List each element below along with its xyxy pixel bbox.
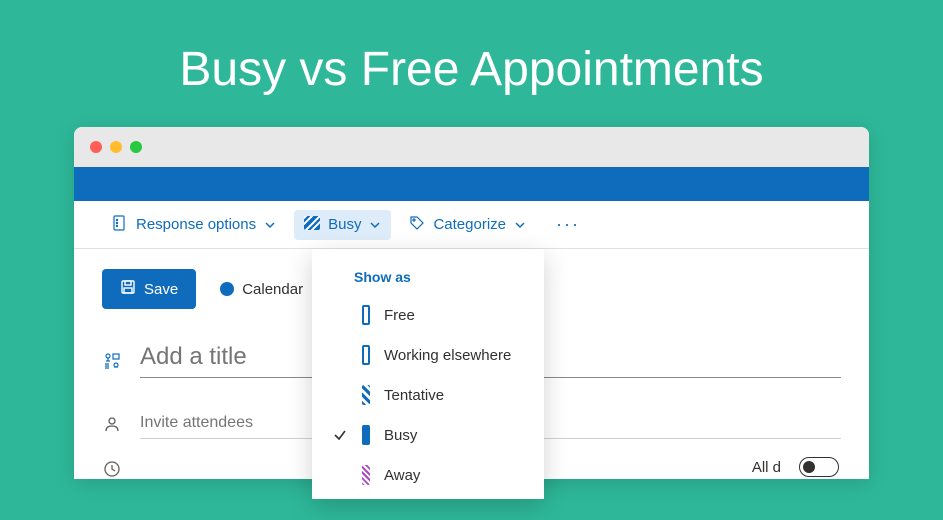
maximize-icon[interactable] — [130, 141, 142, 153]
person-icon — [102, 414, 122, 434]
check-icon — [332, 428, 348, 442]
show-as-button[interactable]: Busy — [294, 210, 391, 240]
chevron-down-icon — [369, 219, 381, 231]
busy-swatch-icon — [362, 425, 370, 445]
dropdown-header: Show as — [312, 263, 544, 295]
option-label: Tentative — [384, 387, 444, 404]
chevron-down-icon — [514, 219, 526, 231]
window-titlebar — [74, 127, 869, 167]
toggle-knob-icon — [803, 461, 815, 473]
ribbon-bar — [74, 167, 869, 201]
calendar-indicator[interactable]: Calendar — [220, 281, 303, 298]
show-as-label: Busy — [328, 216, 361, 233]
away-swatch-icon — [362, 465, 370, 485]
tag-icon — [409, 215, 425, 235]
response-options-icon — [112, 215, 128, 235]
tentative-swatch-icon — [362, 385, 370, 405]
response-options-button[interactable]: Response options — [102, 209, 286, 241]
status-option-busy[interactable]: Busy — [312, 415, 544, 455]
page-title: Busy vs Free Appointments — [0, 0, 943, 127]
chevron-down-icon — [264, 219, 276, 231]
clock-icon — [102, 459, 122, 479]
save-button[interactable]: Save — [102, 269, 196, 309]
status-option-away[interactable]: Away — [312, 455, 544, 495]
option-label: Free — [384, 307, 415, 324]
status-option-tentative[interactable]: Tentative — [312, 375, 544, 415]
status-option-free[interactable]: Free — [312, 295, 544, 335]
close-icon[interactable] — [90, 141, 102, 153]
save-icon — [120, 279, 136, 299]
title-decorator-icon — [102, 351, 122, 371]
categorize-button[interactable]: Categorize — [399, 209, 536, 241]
option-label: Away — [384, 467, 420, 484]
allday-toggle[interactable] — [799, 457, 839, 477]
calendar-label: Calendar — [242, 281, 303, 298]
status-option-working-elsewhere[interactable]: Working elsewhere — [312, 335, 544, 375]
minimize-icon[interactable] — [110, 141, 122, 153]
calendar-color-icon — [220, 282, 234, 296]
toolbar: Response options Busy — [74, 201, 869, 249]
overflow-menu-icon[interactable]: ··· — [544, 214, 592, 235]
allday-label: All d — [752, 459, 781, 476]
event-form: Save Calendar — [74, 249, 869, 479]
app-window: Response options Busy — [74, 127, 869, 479]
categorize-label: Categorize — [433, 216, 506, 233]
option-label: Working elsewhere — [384, 347, 511, 364]
working-elsewhere-swatch-icon — [362, 345, 370, 365]
save-label: Save — [144, 281, 178, 298]
response-options-label: Response options — [136, 216, 256, 233]
busy-swatch-icon — [304, 216, 320, 234]
window-controls — [90, 141, 142, 153]
show-as-dropdown: Show as Free Working elsewhere Tentative — [312, 249, 544, 499]
option-label: Busy — [384, 427, 417, 444]
free-swatch-icon — [362, 305, 370, 325]
